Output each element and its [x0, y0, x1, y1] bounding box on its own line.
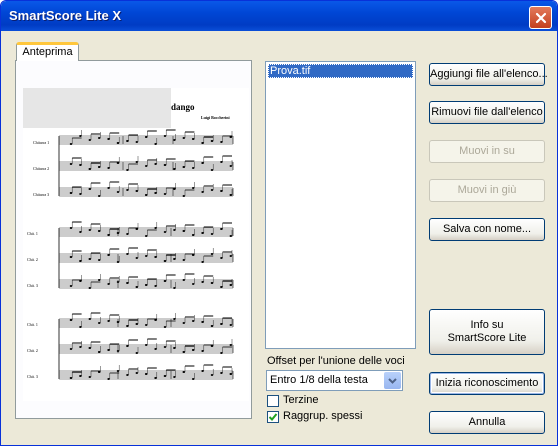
start-recognition-button[interactable]: Inizia riconoscimento	[429, 372, 545, 395]
chevron-down-icon[interactable]	[384, 372, 401, 389]
staff-label: Chit. 1	[27, 322, 38, 327]
offset-select[interactable]: Entro 1/8 della testa	[266, 370, 403, 391]
staff-label: Chit. 2	[27, 348, 38, 353]
raggrup-label: Raggrup. spessi	[283, 410, 363, 422]
add-files-button[interactable]: Aggiungi file all'elenco...	[429, 63, 548, 86]
close-icon	[535, 12, 546, 23]
raggrup-checkbox[interactable]	[267, 411, 279, 423]
offset-label: Offset per l'unione delle voci	[267, 355, 405, 367]
dialog-window: SmartScore Lite X Anteprima dango Luigi …	[0, 0, 558, 446]
score-staves	[58, 129, 234, 380]
file-list[interactable]: Prova.tif	[265, 61, 416, 349]
move-down-button[interactable]: Muovi in giù	[429, 179, 545, 202]
score-preview: dango Luigi Boccherini Chitarra 1 Chitar…	[23, 88, 249, 401]
terzine-label: Terzine	[283, 394, 319, 406]
info-button[interactable]: Info su SmartScore Lite	[429, 309, 545, 355]
staff-label: Chitarra 3	[33, 192, 50, 197]
save-as-button[interactable]: Salva con nome...	[429, 218, 545, 241]
offset-select-value: Entro 1/8 della testa	[270, 374, 368, 386]
remove-file-button[interactable]: Rimuovi file dall'elenco	[429, 101, 545, 124]
checkmark-icon	[268, 413, 278, 421]
tab-anteprima[interactable]: Anteprima	[16, 42, 79, 61]
close-button[interactable]	[529, 6, 552, 29]
staff-label: Chitarra 1	[33, 140, 50, 145]
staff-label: Chit. 3	[27, 283, 38, 288]
staff-label: Chit. 1	[27, 231, 38, 236]
move-up-button[interactable]: Muovi in su	[429, 140, 545, 163]
terzine-checkbox[interactable]	[267, 395, 279, 407]
cancel-button[interactable]: Annulla	[429, 411, 545, 434]
list-item[interactable]: Prova.tif	[268, 64, 413, 78]
staff-label: Chit. 2	[27, 257, 38, 262]
window-title: SmartScore Lite X	[9, 8, 121, 23]
info-button-label: Info su SmartScore Lite	[447, 319, 527, 344]
staff-label: Chit. 3	[27, 374, 38, 379]
staff-label: Chitarra 2	[33, 166, 50, 171]
title-bar[interactable]: SmartScore Lite X	[1, 1, 557, 31]
